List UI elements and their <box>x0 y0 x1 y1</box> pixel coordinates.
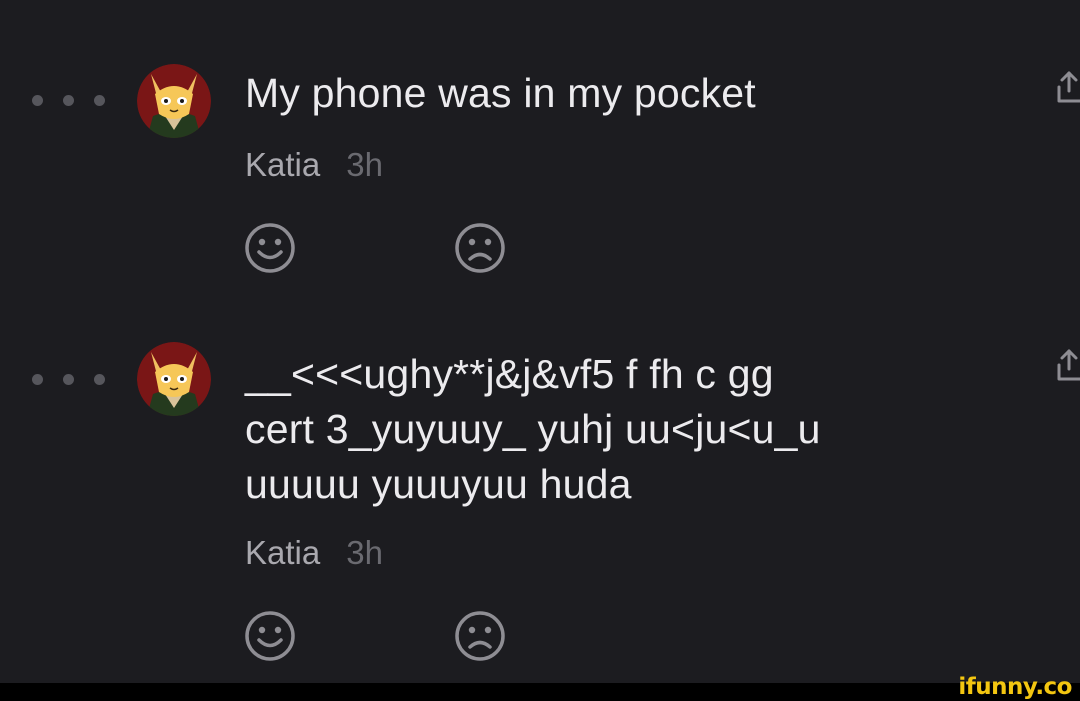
frown-icon <box>455 223 505 273</box>
dot-icon <box>63 94 74 106</box>
smile-icon <box>245 611 295 661</box>
dot-icon <box>32 373 43 385</box>
author-name[interactable]: Katia <box>245 533 320 573</box>
dot-icon <box>63 373 74 385</box>
more-options-button[interactable] <box>32 369 108 389</box>
smile-reaction-button[interactable] <box>243 221 297 275</box>
smile-icon <box>245 223 295 273</box>
smile-reaction-button[interactable] <box>243 609 297 663</box>
share-icon <box>1057 349 1080 381</box>
more-options-button[interactable] <box>32 90 108 110</box>
avatar[interactable] <box>137 64 211 138</box>
avatar[interactable] <box>137 342 211 416</box>
timestamp: 3h <box>346 146 383 183</box>
dot-icon <box>94 373 105 385</box>
frown-reaction-button[interactable] <box>453 221 507 275</box>
share-button[interactable] <box>1055 348 1080 382</box>
watermark-bar <box>0 683 1080 701</box>
watermark-logo: ifunny.co <box>958 674 1072 700</box>
avatar-image <box>137 342 211 416</box>
share-icon <box>1057 71 1080 103</box>
comment-meta: Katia 3h <box>245 533 383 573</box>
frown-icon <box>455 611 505 661</box>
share-button[interactable] <box>1055 70 1080 104</box>
comment-text: My phone was in my pocket <box>245 70 756 116</box>
comment-text: __<<<ughy**j&j&vf5 f fh c gg cert 3_yuyu… <box>245 351 821 507</box>
comment-meta: Katia 3h <box>245 145 383 185</box>
dot-icon <box>94 94 105 106</box>
dot-icon <box>32 94 43 106</box>
avatar-image <box>137 64 211 138</box>
comment-feed: My phone was in my pocket Katia 3h __<<<… <box>0 0 1080 683</box>
timestamp: 3h <box>346 534 383 571</box>
frown-reaction-button[interactable] <box>453 609 507 663</box>
author-name[interactable]: Katia <box>245 145 320 185</box>
